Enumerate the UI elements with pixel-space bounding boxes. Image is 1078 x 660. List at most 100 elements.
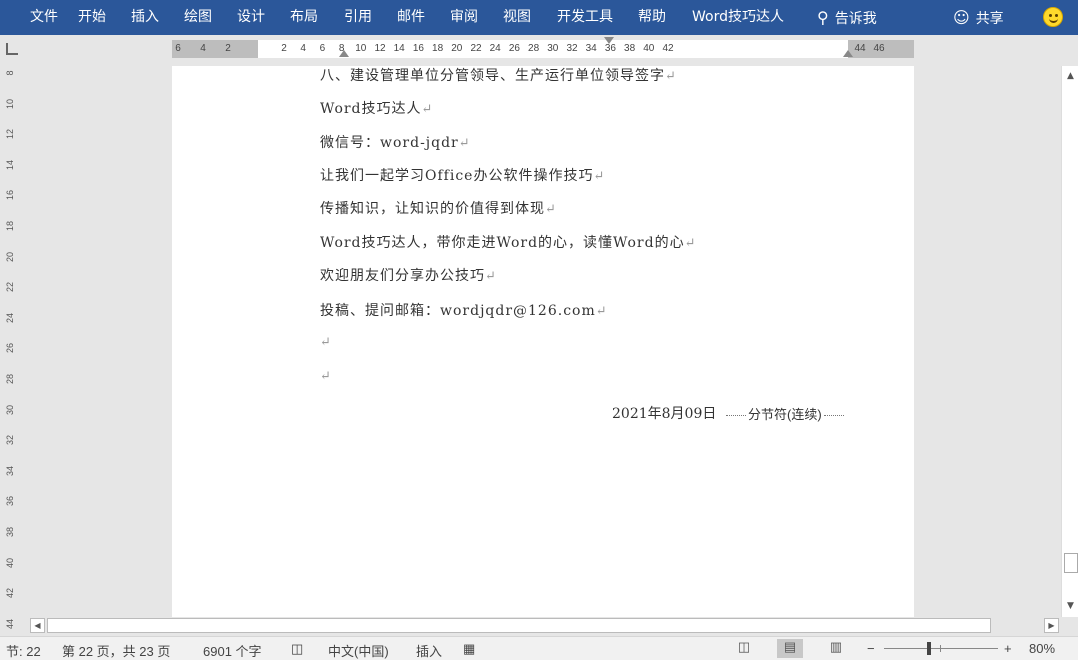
ruler-number: 6: [175, 43, 181, 54]
tell-me-box[interactable]: ⚲ 告诉我: [817, 0, 877, 35]
horizontal-scrollbar[interactable]: ◀ ▶: [30, 617, 1060, 634]
vertical-ruler-number: 24: [5, 312, 15, 323]
ruler-number: 4: [300, 43, 306, 54]
scroll-down-arrow-icon[interactable]: ▼: [1062, 598, 1078, 615]
tab-draw[interactable]: 绘图: [184, 0, 212, 35]
tab-stop-selector[interactable]: [6, 43, 18, 55]
vertical-ruler-number: 40: [5, 557, 15, 568]
date-line[interactable]: 2021年8月09日: [612, 403, 716, 423]
vertical-ruler-number: 28: [5, 374, 15, 385]
vertical-ruler-number: 12: [5, 129, 15, 140]
share-button[interactable]: ☺ 共享: [953, 0, 1004, 35]
ruler-number: 2: [225, 43, 231, 54]
left-indent-marker[interactable]: [339, 50, 349, 57]
lightbulb-icon: ⚲: [817, 8, 829, 27]
ruler-number: 24: [489, 43, 501, 54]
vertical-ruler-number: 18: [5, 221, 15, 232]
heading-line[interactable]: 八、建设管理单位分管领导、生产运行单位领导签字↵: [320, 66, 677, 85]
section-break-marker: 分节符(连续): [724, 404, 846, 423]
doc-line[interactable]: 欢迎朋友们分享办公技巧↵: [320, 265, 497, 285]
macro-record-icon[interactable]: ▦: [463, 641, 475, 657]
word-count[interactable]: 6901 个字: [203, 641, 262, 660]
vertical-ruler-number: 34: [5, 465, 15, 476]
tab-view[interactable]: 视图: [503, 0, 531, 35]
tab-layout[interactable]: 布局: [290, 0, 318, 35]
doc-line[interactable]: 传播知识，让知识的价值得到体现↵: [320, 198, 557, 218]
zoom-level[interactable]: 80%: [1029, 641, 1055, 656]
tab-word-tips[interactable]: Word技巧达人: [692, 0, 784, 35]
print-layout-icon[interactable]: ▤: [777, 639, 803, 658]
doc-line[interactable]: Word技巧达人↵: [320, 98, 433, 118]
tab-review[interactable]: 审阅: [450, 0, 478, 35]
zoom-in-button[interactable]: +: [1004, 641, 1012, 656]
doc-line[interactable]: 投稿、提问邮箱：wordjqdr@126.com↵: [320, 300, 608, 320]
doc-line[interactable]: 让我们一起学习Office办公软件操作技巧↵: [320, 165, 605, 185]
document-canvas: 八、建设管理单位分管领导、生产运行单位领导签字↵ Word技巧达人↵ 微信号：w…: [20, 66, 1060, 617]
status-bar: 节: 22 第 22 页，共 23 页 6901 个字 ◫ 中文(中国) 插入 …: [0, 636, 1078, 660]
tab-home[interactable]: 开始: [78, 0, 106, 35]
vertical-ruler-number: 10: [5, 98, 15, 109]
web-layout-icon[interactable]: ▥: [823, 639, 849, 658]
tab-file[interactable]: 文件: [30, 0, 58, 35]
tab-mailings[interactable]: 邮件: [397, 0, 425, 35]
ruler-number: 22: [470, 43, 482, 54]
smiley-icon[interactable]: [1043, 7, 1063, 27]
tab-insert[interactable]: 插入: [131, 0, 159, 35]
proofing-icon[interactable]: ◫: [291, 641, 303, 657]
read-mode-icon[interactable]: ◫: [731, 639, 757, 658]
tab-help[interactable]: 帮助: [638, 0, 666, 35]
vertical-ruler-number: 26: [5, 343, 15, 354]
first-line-indent-marker[interactable]: [604, 37, 614, 44]
ruler-number: 42: [662, 43, 674, 54]
person-add-icon: ☺: [953, 8, 970, 27]
doc-line[interactable]: Word技巧达人，带你走进Word的心，读懂Word的心↵: [320, 232, 696, 252]
section-indicator[interactable]: 节: 22: [6, 641, 41, 660]
tab-developer[interactable]: 开发工具: [557, 0, 613, 35]
tab-design[interactable]: 设计: [237, 0, 265, 35]
document-page[interactable]: 八、建设管理单位分管领导、生产运行单位领导签字↵ Word技巧达人↵ 微信号：w…: [172, 66, 914, 617]
scroll-right-arrow-icon[interactable]: ▶: [1044, 618, 1059, 633]
vertical-ruler-number: 32: [5, 435, 15, 446]
ruler-number: 40: [643, 43, 655, 54]
zoom-slider-thumb[interactable]: [927, 642, 931, 655]
ruler-number: 20: [451, 43, 463, 54]
vertical-ruler[interactable]: 8 10 12 14 16 18 20 22 24 26 28 30 32 34 36 38 40 42 44: [0, 66, 20, 636]
ruler-number: 4: [200, 43, 206, 54]
doc-line[interactable]: 微信号：word-jqdr↵: [320, 132, 471, 152]
ruler-number: 14: [393, 43, 405, 54]
ruler-number: 12: [374, 43, 386, 54]
ribbon-tab-bar: 文件 开始 插入 绘图 设计 布局 引用 邮件 审阅 视图 开发工具 帮助 Wo…: [0, 0, 1078, 35]
ruler-number: 30: [547, 43, 559, 54]
ruler-number: 16: [412, 43, 424, 54]
vertical-ruler-number: 44: [5, 618, 15, 629]
vertical-ruler-number: 30: [5, 404, 15, 415]
vertical-ruler-number: 8: [5, 70, 15, 76]
zoom-slider-track[interactable]: [884, 648, 998, 649]
empty-line[interactable]: ↵: [320, 368, 332, 384]
ruler-number: 38: [624, 43, 636, 54]
horizontal-ruler[interactable]: 6 4 2 2 4 6 8 10 12 14 16 18 20 22 24 26 28 30 32 34 36 38 40 4…: [172, 37, 914, 58]
ruler-number: 44: [854, 43, 866, 54]
ruler-number: 36: [604, 43, 616, 54]
language-indicator[interactable]: 中文(中国): [328, 641, 389, 660]
scroll-up-arrow-icon[interactable]: ▲: [1062, 68, 1078, 85]
insert-mode-indicator[interactable]: 插入: [416, 641, 442, 660]
scroll-left-arrow-icon[interactable]: ◀: [30, 618, 45, 633]
tab-references[interactable]: 引用: [344, 0, 372, 35]
horizontal-scroll-thumb[interactable]: [47, 618, 991, 633]
right-indent-marker[interactable]: [843, 50, 853, 57]
vertical-ruler-number: 38: [5, 527, 15, 538]
vertical-ruler-number: 16: [5, 190, 15, 201]
vertical-ruler-number: 36: [5, 496, 15, 507]
page-indicator[interactable]: 第 22 页，共 23 页: [62, 641, 170, 660]
ruler-number: 6: [319, 43, 326, 54]
ruler-number: 32: [566, 43, 578, 54]
vertical-scroll-thumb[interactable]: [1064, 553, 1078, 573]
empty-line[interactable]: ↵: [320, 334, 332, 350]
vertical-scrollbar[interactable]: ▲ ▼: [1061, 66, 1078, 617]
ruler-number: 28: [528, 43, 540, 54]
ruler-number: 2: [281, 43, 287, 54]
zoom-out-button[interactable]: −: [867, 641, 875, 656]
zoom-100-tick: [940, 645, 941, 652]
vertical-ruler-number: 14: [5, 159, 15, 170]
